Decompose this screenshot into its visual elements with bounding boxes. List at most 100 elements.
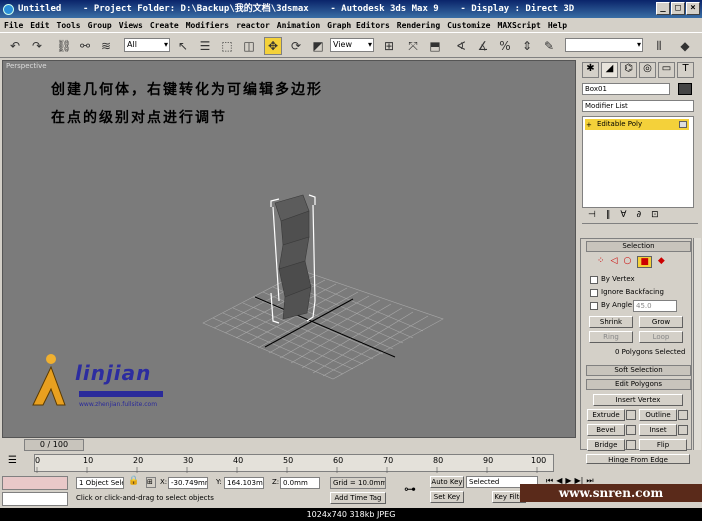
hierarchy-tab-icon[interactable]: ⌬ [620,62,637,78]
select-by-name-icon[interactable]: ☰ [196,37,214,55]
panel-scrollbar[interactable] [693,238,701,450]
key-icon[interactable]: ⊶ [404,482,416,496]
keyboard-shortcut-icon[interactable]: ⬒ [426,37,444,55]
select-and-scale-icon[interactable]: ◩ [309,37,327,55]
configure-sets-icon[interactable]: ⊡ [651,210,659,223]
select-link-icon[interactable]: ⛓ [55,37,73,55]
menu-reactor[interactable]: reactor [236,21,270,30]
extrude-button[interactable]: Extrude [587,409,625,421]
menu-file[interactable]: File [4,21,23,30]
maximize-button[interactable]: □ [671,2,685,15]
box01-mesh[interactable] [274,194,312,320]
select-and-rotate-icon[interactable]: ⟳ [287,37,305,55]
window-crossing-icon[interactable]: ◫ [240,37,258,55]
angle-snap-icon[interactable]: ∡ [474,37,492,55]
modify-tab-icon[interactable]: ◢ [601,62,618,78]
manipulate-icon[interactable]: ⤧ [404,37,422,55]
by-angle-checkbox[interactable] [590,302,598,310]
menu-maxscript[interactable]: MAXScript [498,21,541,30]
inset-settings-button[interactable] [678,425,688,435]
create-tab-icon[interactable]: ✱ [582,62,599,78]
redo-icon[interactable]: ↷ [28,37,46,55]
named-selection-sets-dropdown[interactable] [565,38,643,52]
menu-customize[interactable]: Customize [447,21,490,30]
modifier-list-dropdown[interactable]: Modifier List [582,100,694,112]
menu-animation[interactable]: Animation [277,21,320,30]
vertex-mode-icon[interactable]: ⁘ [597,256,605,268]
light-bulb-icon[interactable] [679,121,687,128]
show-end-result-icon[interactable]: ‖ [606,210,611,223]
track-ruler[interactable]: 0 10 20 30 40 50 60 70 80 90 100 [34,454,554,473]
by-vertex-checkbox[interactable] [590,276,598,284]
unlink-icon[interactable]: ⚯ [76,37,94,55]
align-icon[interactable]: ◆ [676,37,694,55]
bevel-settings-button[interactable] [626,425,636,435]
motion-tab-icon[interactable]: ◎ [639,62,656,78]
menu-graph-editors[interactable]: Graph Editors [327,21,390,30]
app-icon[interactable] [3,3,14,15]
named-selection-icon[interactable]: ✎ [540,37,558,55]
maxscript-listener[interactable] [2,476,68,490]
close-button[interactable]: × [686,2,700,15]
make-unique-icon[interactable]: ∀ [620,210,626,223]
bevel-button[interactable]: Bevel [587,424,625,436]
insert-vertex-button[interactable]: Insert Vertex [593,394,683,406]
grow-button[interactable]: Grow [639,316,683,328]
set-key-button[interactable]: Set Key [430,491,464,503]
maxscript-mini-listener[interactable] [2,492,68,506]
modifier-stack[interactable]: Editable Poly + [582,116,694,208]
menu-group[interactable]: Group [88,21,112,30]
absolute-mode-icon[interactable]: ⊞ [146,477,156,488]
snaps-toggle-icon[interactable]: ∢ [452,37,470,55]
minimize-button[interactable]: _ [656,2,670,15]
menu-help[interactable]: Help [548,21,567,30]
display-tab-icon[interactable]: ▭ [658,62,675,78]
bridge-button[interactable]: Bridge [587,439,625,451]
undo-icon[interactable]: ↶ [6,37,24,55]
add-time-tag-button[interactable]: Add Time Tag [330,492,386,504]
select-object-icon[interactable]: ↖ [174,37,192,55]
edge-mode-icon[interactable]: ◁ [611,256,618,268]
outline-settings-button[interactable] [678,410,688,420]
object-name-field[interactable]: Box01 [582,83,670,95]
shrink-button[interactable]: Shrink [589,316,633,328]
object-color-swatch[interactable] [678,83,692,95]
y-coordinate-field[interactable]: 164.103mm [224,477,264,489]
time-slider-thumb[interactable]: 0 / 100 [24,439,84,451]
perspective-viewport[interactable]: Perspective 创建几何体，右键转化为可编辑多边形 在点的级别对点进行调… [2,60,576,438]
utilities-tab-icon[interactable]: T [677,62,694,78]
menu-views[interactable]: Views [119,21,143,30]
mirror-icon[interactable]: ⫴ [650,37,668,55]
bind-space-warp-icon[interactable]: ≋ [97,37,115,55]
spinner-snap-icon[interactable]: ⇕ [518,37,536,55]
selection-rollout-header[interactable]: Selection [586,241,691,252]
menu-rendering[interactable]: Rendering [397,21,440,30]
x-coordinate-field[interactable]: -30.749mm [168,477,208,489]
extrude-settings-button[interactable] [626,410,636,420]
reference-coord-dropdown[interactable]: View [330,38,374,52]
curve-editor-icon[interactable]: ☰ [8,455,17,466]
menu-tools[interactable]: Tools [57,21,81,30]
selection-lock-icon[interactable]: 🔒 [128,476,139,486]
element-mode-icon[interactable]: ◆ [658,256,665,268]
rectangular-selection-icon[interactable]: ⬚ [218,37,236,55]
flip-button[interactable]: Flip [639,439,687,451]
ignore-backfacing-checkbox[interactable] [590,289,598,297]
select-and-move-icon[interactable]: ✥ [264,37,282,55]
stack-item-editable-poly[interactable]: Editable Poly [585,119,689,130]
percent-snap-icon[interactable]: % [496,37,514,55]
menu-modifiers[interactable]: Modifiers [186,21,229,30]
border-mode-icon[interactable]: ○ [623,256,631,268]
expand-icon[interactable]: + [586,121,592,129]
menu-create[interactable]: Create [150,21,179,30]
pin-stack-icon[interactable]: ⊣ [588,210,596,223]
menu-edit[interactable]: Edit [30,21,49,30]
auto-key-button[interactable]: Auto Key [430,476,464,488]
inset-button[interactable]: Inset [639,424,677,436]
z-coordinate-field[interactable]: 0.0mm [280,477,320,489]
edit-polygons-rollout-header[interactable]: Edit Polygons [586,379,691,390]
bridge-settings-button[interactable] [626,440,636,450]
loop-button[interactable]: Loop [639,331,683,343]
polygon-mode-icon[interactable]: ■ [637,256,652,268]
time-slider[interactable]: 0 / 100 [0,438,576,452]
